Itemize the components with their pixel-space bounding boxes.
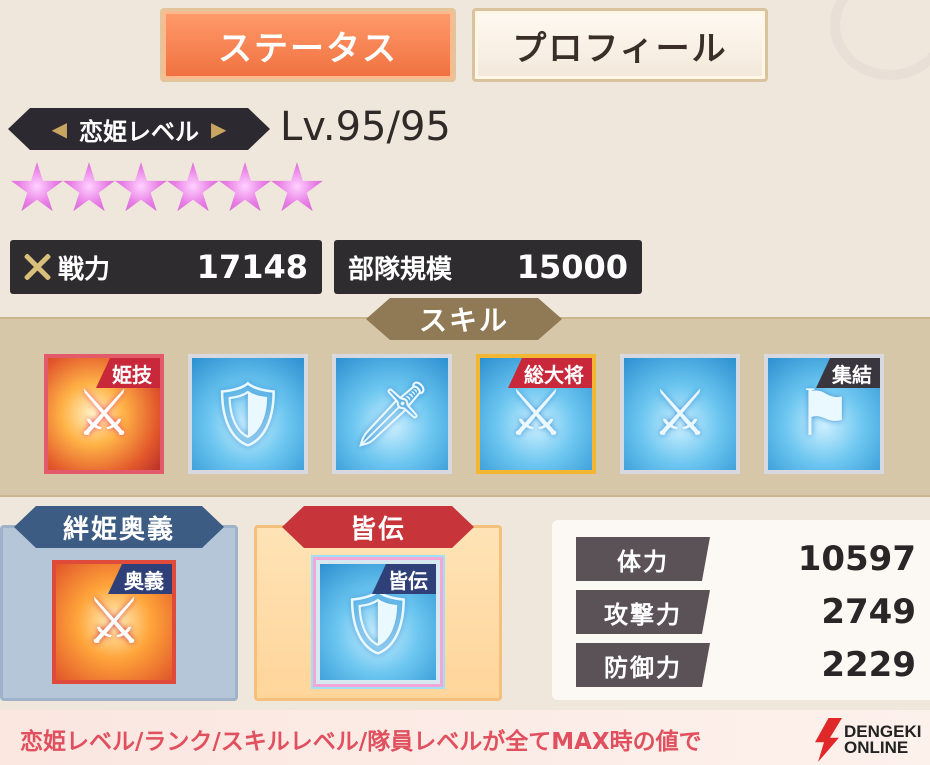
crossed-swords-icon [20, 250, 54, 284]
kizuna-title: 絆姫奥義 [14, 506, 224, 548]
stat-row-hp: 体力 10597 [576, 537, 916, 581]
kaiden-title: 皆伝 [282, 506, 474, 548]
stat-label: 攻撃力 [576, 590, 710, 634]
star-icon [219, 162, 271, 212]
star-icon [63, 162, 115, 212]
troop-size-value: 15000 [516, 248, 628, 286]
level-label: 恋姫レベル [79, 117, 199, 146]
skill-tag: 総大将 [508, 358, 592, 388]
tab-profile-label: プロフィール [512, 28, 728, 69]
combat-power-value: 17148 [196, 248, 308, 286]
stat-value: 2229 [821, 645, 916, 685]
troop-size-label: 部隊規模 [348, 254, 453, 285]
skill-slot-1[interactable]: ⚔ 姫技 [44, 354, 164, 474]
level-label-badge: ◀ 恋姫レベル ▶ [8, 108, 270, 150]
stat-value: 10597 [797, 539, 916, 579]
skill-slot-2[interactable]: 🛡 [188, 354, 308, 474]
logo-line-2: ONLINE [844, 738, 909, 757]
stat-row-attack: 攻撃力 2749 [576, 590, 916, 634]
skill-slot-6[interactable]: ⚑ 集結 [764, 354, 884, 474]
stat-value: 2749 [821, 592, 916, 632]
chevron-left-icon: ◀ [51, 117, 67, 141]
tab-profile[interactable]: プロフィール [472, 8, 768, 82]
skill-section-title: スキル [366, 298, 562, 340]
kaiden-skill-icon[interactable]: 🛡 皆伝 [316, 560, 440, 684]
shield-sword-icon: 🛡 [207, 377, 289, 452]
skill-slot-5[interactable]: ⚔ [620, 354, 740, 474]
level-value: Lv.95/95 [280, 104, 451, 150]
chevron-right-icon: ▶ [211, 117, 227, 141]
stat-label: 防御力 [576, 643, 710, 687]
combat-power-label: 戦力 [58, 254, 111, 285]
decorative-swirl [830, 0, 930, 80]
ougi-skill-icon[interactable]: ⚔ 奥義 [52, 560, 176, 684]
sword-burst-icon: 🗡 [351, 377, 433, 452]
troop-size-bar: 部隊規模 15000 [334, 240, 642, 294]
tab-status[interactable]: ステータス [160, 8, 456, 82]
stat-row-defense: 防御力 2229 [576, 643, 916, 687]
combat-power-bar: 戦力 17148 [10, 240, 322, 294]
skill-slot-4[interactable]: ⚔ 総大将 [476, 354, 596, 474]
star-icon [271, 162, 323, 212]
crossed-swords-icon: ⚔ [651, 377, 709, 451]
tab-status-label: ステータス [218, 28, 398, 69]
lightning-bolt-icon [815, 718, 842, 762]
skill-slot-3[interactable]: 🗡 [332, 354, 452, 474]
star-icon [167, 162, 219, 212]
star-icon [11, 162, 63, 212]
footer-note: 恋姫レベル/ランク/スキルレベル/隊員レベルが全てMAX時の値で [20, 729, 702, 755]
rarity-stars [10, 162, 323, 216]
stat-label: 体力 [576, 537, 710, 581]
star-icon [115, 162, 167, 212]
dengeki-online-logo: DENGEKI ONLINE [812, 718, 921, 762]
